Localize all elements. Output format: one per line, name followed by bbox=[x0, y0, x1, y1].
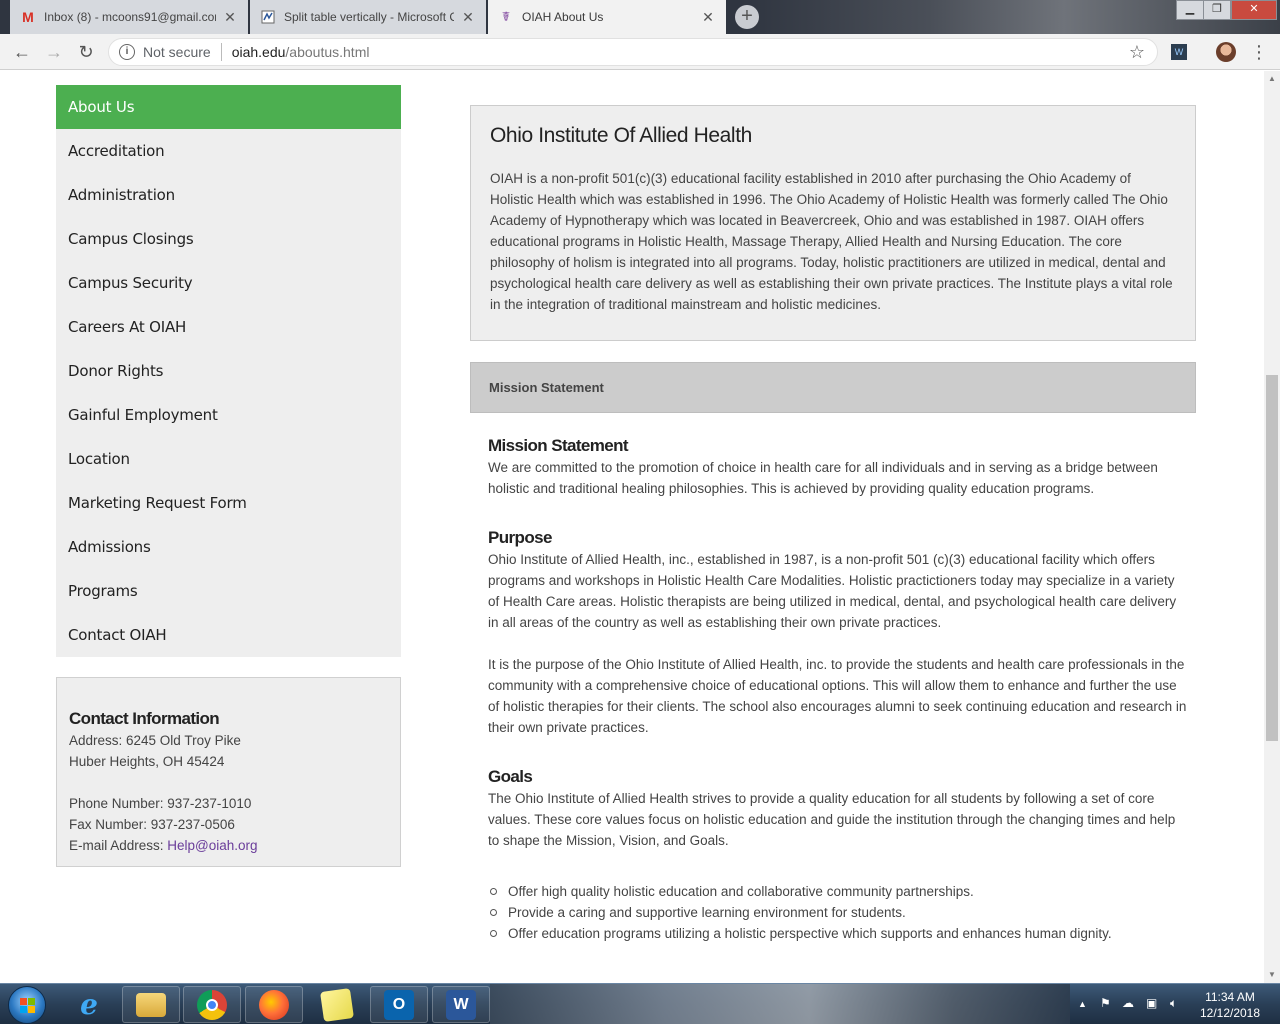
security-label: Not secure bbox=[143, 44, 211, 60]
sidebar-item-admissions[interactable]: Admissions bbox=[56, 525, 401, 569]
sidebar-item-location[interactable]: Location bbox=[56, 437, 401, 481]
address-bar[interactable]: i Not secure oiah.edu/aboutus.html ☆ bbox=[108, 38, 1158, 66]
list-item: Provide a caring and supportive learning… bbox=[488, 902, 1188, 923]
taskbar-outlook[interactable]: O bbox=[370, 986, 428, 1023]
clock-date: 12/12/2018 bbox=[1199, 1006, 1261, 1020]
back-arrow-icon[interactable]: ← bbox=[10, 40, 34, 64]
browser-menu-icon[interactable]: ⋮ bbox=[1250, 40, 1268, 64]
taskbar-chrome[interactable] bbox=[183, 986, 241, 1023]
maximize-button[interactable]: ❐ bbox=[1203, 0, 1231, 20]
list-item: Offer high quality holistic education an… bbox=[488, 881, 1188, 902]
page-content: About Us Accreditation Administration Ca… bbox=[0, 71, 1264, 983]
sidebar-item-gainful-employment[interactable]: Gainful Employment bbox=[56, 393, 401, 437]
onedrive-cloud-icon[interactable]: ☁ bbox=[1122, 996, 1134, 1010]
oiah-icon: ☤ bbox=[501, 9, 511, 24]
volume-icon[interactable]: 🔈︎ bbox=[1170, 996, 1177, 1011]
close-tab-icon[interactable]: ✕ bbox=[700, 9, 716, 26]
sidebar-item-campus-closings[interactable]: Campus Closings bbox=[56, 217, 401, 261]
tab-gmail[interactable]: M Inbox (8) - mcoons91@gmail.com ✕ bbox=[10, 0, 248, 34]
sidebar-item-careers[interactable]: Careers At OIAH bbox=[56, 305, 401, 349]
windows-logo-icon bbox=[20, 998, 36, 1014]
sidebar-item-campus-security[interactable]: Campus Security bbox=[56, 261, 401, 305]
purpose-heading: Purpose bbox=[488, 528, 552, 547]
purpose-text-1: Ohio Institute of Allied Health, inc., e… bbox=[488, 552, 1177, 630]
taskbar-file-explorer[interactable] bbox=[122, 986, 180, 1023]
browser-tab-strip: M Inbox (8) - mcoons91@gmail.com ✕ Split… bbox=[0, 0, 1280, 34]
network-icon[interactable]: ▣ bbox=[1146, 996, 1157, 1010]
sidebar-item-marketing-request[interactable]: Marketing Request Form bbox=[56, 481, 401, 525]
mission-text: We are committed to the promotion of cho… bbox=[488, 460, 1158, 496]
email-line: E-mail Address: Help@oiah.org bbox=[69, 838, 258, 853]
scroll-up-icon[interactable]: ▲ bbox=[1264, 71, 1280, 87]
close-tab-icon[interactable]: ✕ bbox=[222, 9, 238, 26]
goals-list: Offer high quality holistic education an… bbox=[488, 881, 1188, 944]
taskbar-internet-explorer[interactable]: e bbox=[60, 986, 118, 1023]
new-tab-button[interactable]: + bbox=[735, 5, 759, 29]
outlook-icon: O bbox=[384, 989, 414, 1020]
show-hidden-icons-icon[interactable]: ▲ bbox=[1078, 999, 1087, 1009]
forward-arrow-icon[interactable]: → bbox=[42, 40, 66, 64]
scrollbar-thumb[interactable] bbox=[1266, 375, 1278, 741]
extension-icon[interactable]: W bbox=[1171, 44, 1187, 60]
windows-taskbar: e O W ▲ ⚑ ☁ ▣ 🔈︎ 11:34 AM 12/12/2018 bbox=[0, 983, 1280, 1024]
bookmark-star-icon[interactable]: ☆ bbox=[1129, 42, 1145, 63]
sidebar-item-about-us[interactable]: About Us bbox=[56, 85, 401, 129]
info-icon[interactable]: i bbox=[119, 44, 135, 60]
word-icon: W bbox=[446, 989, 476, 1020]
tab-split-table[interactable]: Split table vertically - Microsoft C ✕ bbox=[250, 0, 486, 34]
close-window-button[interactable]: ✕ bbox=[1231, 0, 1277, 20]
phone-number: Phone Number: 937-237-1010 bbox=[69, 796, 252, 811]
list-item: Offer education programs utilizing a hol… bbox=[488, 923, 1188, 944]
sidebar-item-accreditation[interactable]: Accreditation bbox=[56, 129, 401, 173]
address-line-1: Address: 6245 Old Troy Pike bbox=[69, 733, 241, 748]
action-center-flag-icon[interactable]: ⚑ bbox=[1100, 996, 1111, 1010]
purpose-text-2: It is the purpose of the Ohio Institute … bbox=[488, 657, 1187, 735]
page-scrollbar[interactable]: ▲ ▼ bbox=[1264, 71, 1280, 983]
profile-avatar[interactable] bbox=[1216, 42, 1236, 62]
address-line-2: Huber Heights, OH 45424 bbox=[69, 754, 225, 769]
goals-heading: Goals bbox=[488, 767, 533, 786]
url-text: oiah.edu/aboutus.html bbox=[231, 44, 370, 60]
contact-info-panel: Contact Information Address: 6245 Old Tr… bbox=[56, 677, 401, 867]
email-link[interactable]: Help@oiah.org bbox=[167, 838, 257, 853]
start-button[interactable] bbox=[8, 986, 46, 1024]
mission-statement-bar[interactable]: Mission Statement bbox=[470, 362, 1196, 413]
minimize-button[interactable]: ▁ bbox=[1176, 0, 1204, 20]
fax-number: Fax Number: 937-237-0506 bbox=[69, 817, 235, 832]
system-clock[interactable]: 11:34 AM 12/12/2018 bbox=[1195, 989, 1265, 1021]
intro-panel: Ohio Institute Of Allied Health OIAH is … bbox=[470, 105, 1196, 341]
page-title: Ohio Institute Of Allied Health bbox=[490, 124, 752, 147]
office-doc-icon bbox=[260, 9, 276, 25]
sidebar-nav: About Us Accreditation Administration Ca… bbox=[56, 85, 401, 657]
gmail-icon: M bbox=[22, 9, 34, 25]
close-tab-icon[interactable]: ✕ bbox=[460, 9, 476, 26]
intro-text: OIAH is a non-profit 501(c)(3) education… bbox=[490, 171, 1173, 312]
sidebar-item-donor-rights[interactable]: Donor Rights bbox=[56, 349, 401, 393]
taskbar-word[interactable]: W bbox=[432, 986, 490, 1023]
internet-explorer-icon: e bbox=[80, 988, 98, 1021]
mission-heading: Mission Statement bbox=[488, 436, 629, 455]
taskbar-sticky-notes[interactable] bbox=[308, 986, 366, 1023]
sidebar-item-contact[interactable]: Contact OIAH bbox=[56, 613, 401, 657]
reload-icon[interactable]: ↻ bbox=[74, 40, 98, 64]
sidebar-item-programs[interactable]: Programs bbox=[56, 569, 401, 613]
about-content: Mission Statement We are committed to th… bbox=[488, 435, 1188, 944]
taskbar-firefox[interactable] bbox=[245, 986, 303, 1023]
contact-heading: Contact Information bbox=[69, 709, 220, 728]
tab-oiah-about[interactable]: ☤ OIAH About Us ✕ bbox=[488, 0, 726, 34]
goals-text: The Ohio Institute of Allied Health stri… bbox=[488, 791, 1176, 848]
browser-toolbar: ← → ↻ i Not secure oiah.edu/aboutus.html… bbox=[0, 34, 1280, 70]
clock-time: 11:34 AM bbox=[1205, 990, 1255, 1004]
sticky-notes-icon bbox=[320, 987, 354, 1022]
sidebar-item-administration[interactable]: Administration bbox=[56, 173, 401, 217]
file-explorer-icon bbox=[136, 992, 166, 1017]
chrome-icon bbox=[197, 989, 227, 1020]
firefox-icon bbox=[259, 989, 289, 1020]
scroll-down-icon[interactable]: ▼ bbox=[1264, 967, 1280, 983]
